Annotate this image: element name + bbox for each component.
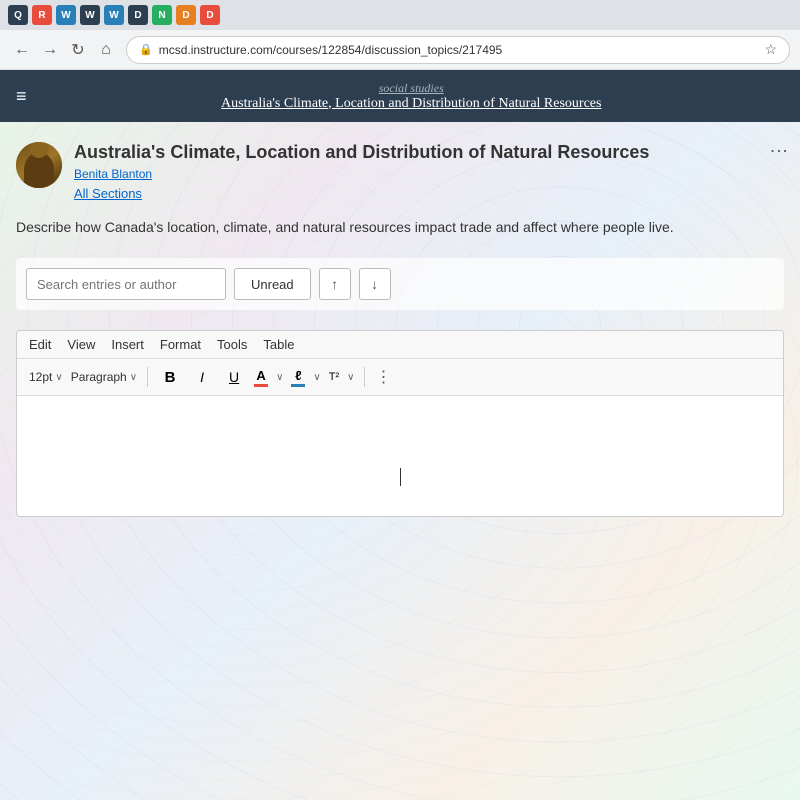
tab-icon-d2[interactable]: D [176,5,196,25]
discussion-description: Describe how Canada's location, climate,… [16,217,784,238]
paragraph-label: Paragraph [71,370,127,384]
text-cursor [400,468,401,486]
discussion-title: Australia's Climate, Location and Distri… [74,142,754,163]
rich-text-editor: Edit View Insert Format Tools Table 12pt… [16,330,784,517]
font-size-select[interactable]: 12pt ∨ [29,370,63,384]
tab-icon-d1[interactable]: D [128,5,148,25]
tab-icon-q[interactable]: Q [8,5,28,25]
font-color-label: A [256,368,265,383]
content-inner: ⋮ Australia's Climate, Location and Dist… [0,122,800,537]
sort-down-icon: ↓ [371,276,378,292]
menu-tools[interactable]: Tools [217,337,247,352]
search-input[interactable] [26,268,226,300]
font-color-bar [254,384,268,387]
address-text: mcsd.instructure.com/courses/122854/disc… [159,43,503,57]
menu-edit[interactable]: Edit [29,337,51,352]
menu-table[interactable]: Table [263,337,294,352]
font-color-chevron[interactable]: ∨ [276,372,283,383]
menu-insert[interactable]: Insert [111,337,144,352]
paragraph-chevron: ∨ [130,372,137,383]
discussion-info: Australia's Climate, Location and Distri… [74,142,754,201]
unread-button[interactable]: Unread [234,268,311,300]
font-size-chevron: ∨ [55,372,62,383]
course-subtitle: social studies [39,81,784,96]
toolbar-more-button[interactable]: ⋮ [375,367,393,387]
tab-icon-w1[interactable]: W [56,5,76,25]
forward-button[interactable]: → [38,38,62,62]
bold-button[interactable]: B [158,365,182,389]
lock-icon: 🔒 [139,43,153,56]
discussion-header: Australia's Climate, Location and Distri… [16,142,784,201]
nav-buttons: ← → ↻ ⌂ [10,38,118,62]
search-area: Unread ↑ ↓ [16,258,784,310]
tab-icon-w2[interactable]: W [80,5,100,25]
menu-format[interactable]: Format [160,337,201,352]
hamburger-menu[interactable]: ≡ [16,86,27,107]
tab-icons: Q R W W W D N D D [8,0,220,30]
sections-link[interactable]: All Sections [74,186,142,201]
main-content: ⋮ Australia's Climate, Location and Dist… [0,122,800,800]
course-title-nav[interactable]: Australia's Climate, Location and Distri… [39,96,784,112]
toolbar-divider-2 [364,367,365,387]
sort-up-button[interactable]: ↑ [319,268,351,300]
italic-button[interactable]: I [190,365,214,389]
avatar-image [16,142,62,188]
highlight-chevron[interactable]: ∨ [313,372,320,383]
superscript-button[interactable]: T² [329,371,339,383]
menu-view[interactable]: View [67,337,95,352]
sort-up-icon: ↑ [331,276,338,292]
tab-icon-n[interactable]: N [152,5,172,25]
star-icon[interactable]: ☆ [764,41,777,58]
avatar-silhouette [24,152,54,188]
highlight-button[interactable]: ℓ [291,368,305,387]
font-color-button[interactable]: A [254,368,268,387]
highlight-label: ℓ [295,368,301,383]
sort-down-button[interactable]: ↓ [359,268,391,300]
editor-body[interactable] [17,396,783,516]
paragraph-select[interactable]: Paragraph ∨ [71,370,137,384]
tab-icon-r[interactable]: R [32,5,52,25]
browser-bar: ← → ↻ ⌂ 🔒 mcsd.instructure.com/courses/1… [0,30,800,70]
highlight-color-bar [291,384,305,387]
canvas-nav: ≡ social studies Australia's Climate, Lo… [0,70,800,122]
home-button[interactable]: ⌂ [94,38,118,62]
back-button[interactable]: ← [10,38,34,62]
superscript-chevron[interactable]: ∨ [347,372,354,383]
author-link[interactable]: Benita Blanton [74,167,754,181]
nav-center: social studies Australia's Climate, Loca… [39,81,784,112]
tab-icon-w3[interactable]: W [104,5,124,25]
font-size-label: 12pt [29,370,52,384]
tab-icon-d3[interactable]: D [200,5,220,25]
address-bar[interactable]: 🔒 mcsd.instructure.com/courses/122854/di… [126,36,790,64]
editor-toolbar: 12pt ∨ Paragraph ∨ B I U A ∨ ℓ [17,359,783,396]
context-menu-dots[interactable]: ⋮ [768,142,790,162]
browser-tab-bar: Q R W W W D N D D [0,0,800,30]
toolbar-divider-1 [147,367,148,387]
avatar [16,142,62,188]
underline-button[interactable]: U [222,365,246,389]
editor-menu-bar: Edit View Insert Format Tools Table [17,331,783,359]
refresh-button[interactable]: ↻ [66,38,90,62]
